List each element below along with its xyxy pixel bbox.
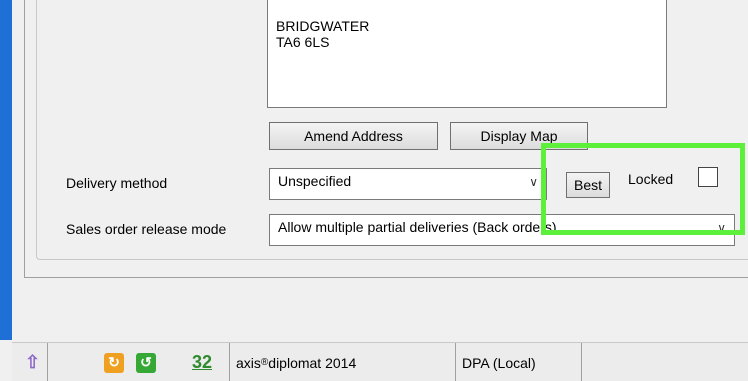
- status-product-cell: axis ® diplomat 2014: [230, 343, 388, 381]
- status-database-cell: DPA (Local): [456, 343, 582, 381]
- status-bar: ⇧ ↻ ↺ 32 axis ® diplomat 2014 DPA (Local): [12, 342, 748, 381]
- window-left-edge: [0, 0, 12, 340]
- registered-icon: ®: [260, 357, 269, 368]
- product-name: axis: [236, 354, 261, 371]
- delivery-method-select[interactable]: Unspecified ∨: [269, 168, 547, 200]
- status-count-cell: 32: [178, 343, 230, 381]
- address-textbox[interactable]: BRIDGWATER TA6 6LS: [267, 0, 667, 108]
- highlight-box: [541, 143, 745, 235]
- record-count-link[interactable]: 32: [192, 352, 212, 373]
- address-line: BRIDGWATER: [276, 18, 370, 34]
- delivery-method-value: Unspecified: [278, 173, 352, 189]
- product-name-rest: diplomat 2014: [268, 354, 357, 371]
- database-label: DPA (Local): [462, 354, 536, 371]
- address-line: TA6 6LS: [276, 34, 330, 50]
- status-divider-cell: [388, 343, 456, 381]
- reload-icon[interactable]: ↺: [136, 352, 156, 373]
- delivery-method-label: Delivery method: [66, 175, 168, 191]
- refresh-icon[interactable]: ↻: [104, 352, 124, 373]
- up-arrow-icon[interactable]: ⇧: [25, 352, 40, 373]
- status-up-cell: ⇧: [12, 343, 48, 381]
- chevron-down-icon: ∨: [529, 175, 538, 189]
- amend-address-button[interactable]: Amend Address: [269, 122, 438, 150]
- release-mode-value: Allow multiple partial deliveries (Back …: [278, 219, 557, 235]
- release-mode-label: Sales order release mode: [66, 221, 227, 237]
